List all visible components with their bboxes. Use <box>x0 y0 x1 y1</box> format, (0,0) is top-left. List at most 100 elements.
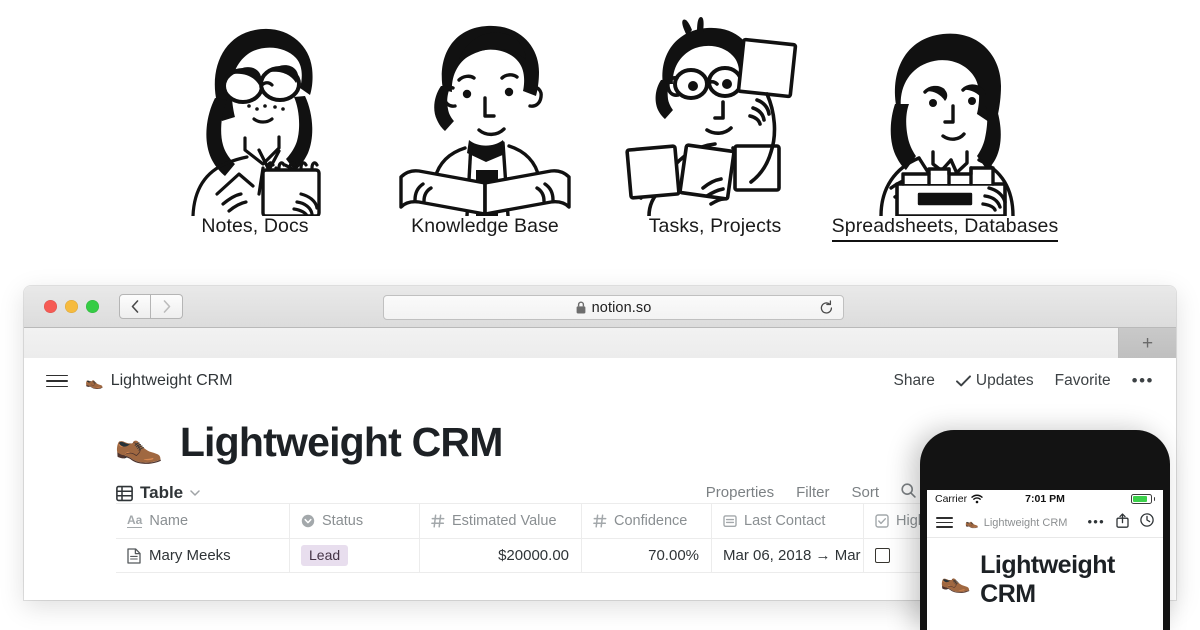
status-badge: Lead <box>301 544 349 567</box>
view-tab-table[interactable]: Table <box>116 483 200 503</box>
reload-icon[interactable] <box>819 300 834 316</box>
sort-button[interactable]: Sort <box>851 484 879 501</box>
column-label: Name <box>149 513 189 529</box>
phone-status-bar: Carrier 7:01 PM <box>927 490 1163 508</box>
filter-button[interactable]: Filter <box>796 484 829 501</box>
updates-button[interactable]: Updates <box>955 372 1034 390</box>
high-checkbox[interactable] <box>875 548 890 563</box>
woman-writing-notepad-icon <box>191 28 321 216</box>
column-header-estimated-value[interactable]: Estimated Value <box>420 504 582 539</box>
column-label: Last Contact <box>744 513 826 529</box>
browser-titlebar: notion.so <box>24 286 1176 328</box>
cell-status[interactable]: Lead <box>290 539 420 573</box>
cell-estimated-value[interactable]: $20000.00 <box>420 539 582 573</box>
phone-time: 7:01 PM <box>1025 493 1065 505</box>
category-label: Tasks, Projects <box>648 215 782 237</box>
close-window-button[interactable] <box>44 300 57 313</box>
shoe-emoji-icon: 👞 <box>965 517 979 529</box>
url-text: notion.so <box>591 299 652 316</box>
column-header-name[interactable]: Aa Name <box>116 504 290 539</box>
table-grid-icon <box>116 485 133 501</box>
cell-name-text: Mary Meeks <box>149 547 231 564</box>
select-icon <box>301 514 315 528</box>
person-holding-cards-icon <box>625 17 798 216</box>
address-bar[interactable]: notion.so <box>383 295 844 320</box>
window-traffic-lights <box>44 300 99 313</box>
breadcrumb-title: Lightweight CRM <box>110 372 233 389</box>
search-button[interactable] <box>901 483 916 502</box>
column-header-confidence[interactable]: Confidence <box>582 504 712 539</box>
column-label: Estimated Value <box>452 513 557 529</box>
search-icon <box>901 483 916 498</box>
browser-tabstrip: + <box>24 328 1176 358</box>
shoe-emoji-icon: 👞 <box>85 372 104 390</box>
hamburger-icon[interactable] <box>936 517 953 528</box>
text-aa-icon: Aa <box>127 513 143 528</box>
lock-icon <box>576 301 586 314</box>
page-shoe-emoji-icon[interactable]: 👞 <box>114 423 164 463</box>
page-title[interactable]: Lightweight CRM <box>180 422 504 463</box>
properties-button[interactable]: Properties <box>706 484 774 501</box>
phone-nav-actions: ••• <box>1087 512 1154 533</box>
person-reading-book-icon <box>399 25 571 216</box>
app-topbar: 👞 Lightweight CRM Share Updates Favorite… <box>24 358 1176 404</box>
battery-status <box>1130 494 1155 504</box>
phone-mockup: Carrier 7:01 PM 👞 Lightweight CRM ••• 👞 … <box>920 430 1170 630</box>
calendar-icon <box>723 514 737 528</box>
category-label: Knowledge Base <box>411 215 559 237</box>
minimize-window-button[interactable] <box>65 300 78 313</box>
browser-tab-active[interactable] <box>24 328 1119 358</box>
topbar-actions: Share Updates Favorite ••• <box>894 372 1154 390</box>
breadcrumb[interactable]: 👞 Lightweight CRM <box>85 372 233 390</box>
category-label: Spreadsheets, Databases <box>831 215 1059 243</box>
category-knowledge-base[interactable]: Knowledge Base <box>370 8 600 240</box>
history-button[interactable] <box>1140 513 1154 532</box>
hero-illustration-strip: Notes, Docs Knowledge Base Tasks, Projec… <box>0 0 1200 282</box>
page-doc-icon <box>127 547 141 564</box>
column-header-status[interactable]: Status <box>290 504 420 539</box>
chevron-right-icon <box>163 300 170 313</box>
phone-breadcrumb[interactable]: 👞 Lightweight CRM <box>965 516 1068 530</box>
phone-more-button[interactable]: ••• <box>1087 516 1105 528</box>
phone-breadcrumb-title: Lightweight CRM <box>983 516 1068 529</box>
favorite-button[interactable]: Favorite <box>1055 372 1111 390</box>
phone-page-title: Lightweight CRM <box>980 551 1115 608</box>
cell-name[interactable]: Mary Meeks <box>116 539 290 573</box>
back-button[interactable] <box>119 294 151 319</box>
category-row: Notes, Docs Knowledge Base Tasks, Projec… <box>0 8 1200 276</box>
chevron-left-icon <box>131 300 139 313</box>
battery-icon <box>1130 494 1152 504</box>
new-tab-button[interactable]: + <box>1119 328 1176 358</box>
check-icon <box>955 375 971 387</box>
cell-confidence[interactable]: 70.00% <box>582 539 712 573</box>
more-options-button[interactable]: ••• <box>1132 372 1154 389</box>
category-label: Notes, Docs <box>201 215 309 237</box>
chevron-down-icon <box>190 489 200 496</box>
woman-filing-cabinet-icon <box>879 33 1015 216</box>
share-button[interactable]: Share <box>894 372 935 390</box>
phone-screen: Carrier 7:01 PM 👞 Lightweight CRM ••• 👞 … <box>927 490 1163 630</box>
column-label: Confidence <box>614 513 688 529</box>
phone-page-title-row: 👞 Lightweight CRM <box>927 538 1163 609</box>
column-label: Status <box>322 513 364 529</box>
category-spreadsheets-databases[interactable]: Spreadsheets, Databases <box>830 8 1060 243</box>
hamburger-icon[interactable] <box>46 374 68 388</box>
view-name: Table <box>140 483 184 502</box>
number-hash-icon <box>431 514 445 528</box>
category-notes-docs[interactable]: Notes, Docs <box>140 8 370 240</box>
forward-button[interactable] <box>151 294 183 319</box>
page-shoe-emoji-icon: 👞 <box>940 565 972 594</box>
category-tasks-projects[interactable]: Tasks, Projects <box>600 8 830 240</box>
zoom-window-button[interactable] <box>86 300 99 313</box>
updates-label: Updates <box>975 372 1034 389</box>
phone-nav-bar: 👞 Lightweight CRM ••• <box>927 508 1163 538</box>
view-tool-actions: Properties Filter Sort <box>706 483 916 502</box>
battery-tip-icon <box>1153 497 1155 501</box>
number-hash-icon <box>593 514 607 528</box>
cell-last-contact[interactable]: Mar 06, 2018 → Mar 0 <box>712 539 864 573</box>
share-button[interactable] <box>1116 512 1129 533</box>
share-icon <box>1116 512 1129 528</box>
clock-icon <box>1140 513 1154 527</box>
column-header-last-contact[interactable]: Last Contact <box>712 504 864 539</box>
browser-nav-buttons <box>119 294 183 319</box>
